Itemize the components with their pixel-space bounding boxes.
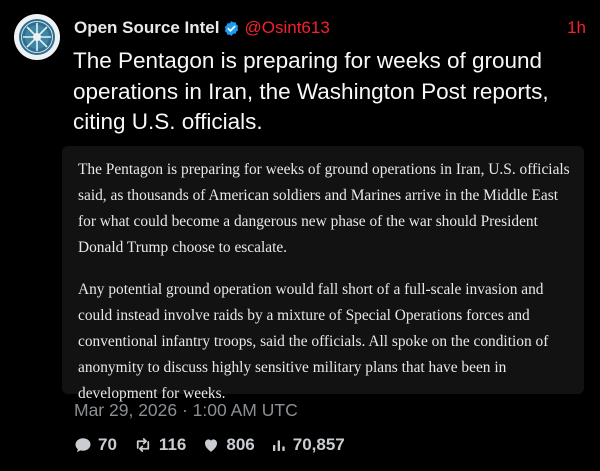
repost-button[interactable]: 116 bbox=[133, 435, 186, 455]
reply-button[interactable]: 70 bbox=[74, 435, 117, 455]
like-button[interactable]: 806 bbox=[202, 435, 255, 455]
tweet-time[interactable]: 1h bbox=[567, 18, 586, 38]
tweet-header: Open Source Intel @Osint613 1h bbox=[74, 15, 586, 41]
repost-icon bbox=[136, 438, 150, 452]
verified-badge-icon bbox=[223, 20, 240, 37]
heart-icon bbox=[205, 439, 218, 452]
quote-paragraph: Any potential ground operation would fal… bbox=[78, 281, 549, 402]
engagement-bar: 70 116 806 70,857 bbox=[74, 433, 361, 457]
author-name[interactable]: Open Source Intel bbox=[74, 18, 219, 38]
views-button[interactable]: 70,857 bbox=[271, 435, 345, 455]
repost-count: 116 bbox=[158, 435, 187, 454]
author-handle[interactable]: @Osint613 bbox=[244, 18, 329, 38]
reply-count: 70 bbox=[98, 435, 117, 454]
tweet-text: The Pentagon is preparing for weeks of g… bbox=[73, 48, 549, 134]
tweet-timestamp[interactable]: Mar 29, 2026 · 1:00 AM UTC bbox=[74, 400, 298, 421]
like-count: 806 bbox=[226, 435, 255, 454]
views-chart-icon bbox=[272, 440, 285, 451]
quoted-article-excerpt[interactable]: The Pentagon is preparing for weeks of g… bbox=[62, 146, 584, 402]
quote-paragraph: The Pentagon is preparing for weeks of g… bbox=[78, 161, 570, 256]
reply-icon bbox=[75, 438, 91, 453]
avatar[interactable] bbox=[14, 14, 60, 60]
view-count: 70,857 bbox=[292, 435, 345, 454]
compass-emblem-icon bbox=[15, 15, 59, 59]
